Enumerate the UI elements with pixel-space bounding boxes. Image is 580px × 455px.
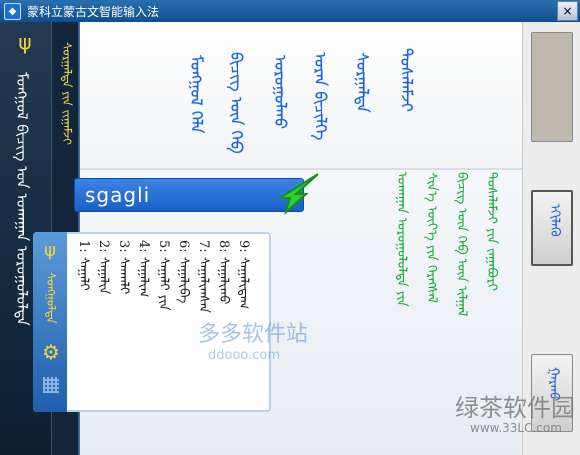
mongolian-word-1: ᠮᠣᠩᠭᠣᠯ ᠬᠡᠯᠡ bbox=[187, 55, 206, 134]
mongolian-word-4: ᠤᠷᠠᠨ ᠪᠢᠴᠢᠯᠭᠡ bbox=[311, 52, 330, 141]
candidate-item-9[interactable]: 9: ᠰᠠᠭᠠᠯᠢᠳᠠᠭ bbox=[232, 240, 252, 390]
candidate-item-7[interactable]: 7: ᠰᠠᠭᠠᠯᠢᠭᠰᠠᠨ bbox=[192, 240, 212, 390]
mongolian-word-2: ᠪᠢᠴᠢᠭ ᠦᠨ ᠬᠡᠪ bbox=[227, 52, 246, 154]
mongolian-word-6: ᠲᠤᠰᠠᠯᠠᠮᠵᠢ bbox=[397, 48, 416, 112]
candidate-item-8[interactable]: 8: ᠰᠠᠭᠠᠯᠢᠬᠤ bbox=[212, 240, 232, 390]
candidate-toolbar: ψ ᠰᠣᠩᠭᠣᠯᠲᠠ ⚙ bbox=[33, 232, 67, 412]
candidate-item-3[interactable]: 3: ᠰᠭᠠᠭᠯᠢ bbox=[112, 240, 132, 390]
top-panel-button[interactable] bbox=[531, 32, 573, 142]
gear-icon[interactable]: ⚙ bbox=[41, 342, 61, 362]
candidate-item-1[interactable]: 1: ᠰᠠᠭᠠᠯᠢ bbox=[72, 240, 92, 390]
drag-handle-icon[interactable] bbox=[43, 377, 59, 393]
arrow-icon bbox=[276, 173, 319, 216]
app-icon: ◆ bbox=[4, 2, 21, 20]
top-area bbox=[80, 22, 523, 168]
watermark-33lc-cn: 绿茶软件园 bbox=[455, 394, 575, 422]
feature-text-2: ᠰᠢᠨ᠎ᠡ ᠦᠶ᠎ᠡ ᠶᠢᠨ ᠬᠡᠷᠡᠭᠰᠡᠯ bbox=[424, 172, 439, 304]
trident-icon: ψ bbox=[44, 240, 56, 261]
window-title: 蒙科立蒙古文智能输入法 bbox=[27, 4, 160, 19]
feature-text-1: ᠤᠬᠠᠭᠠᠨ ᠣᠷᠤᠭᠤᠯᠤᠯᠲᠠ ᠶᠢᠨ bbox=[394, 172, 409, 307]
trident-logo-icon: ψ bbox=[18, 30, 32, 54]
candidate-item-5[interactable]: 5: ᠰᠠᠭᠠᠯᠢ ᠶᠢᠨ bbox=[152, 240, 172, 390]
watermark-ddooo-url: ddooo.com bbox=[208, 348, 281, 363]
candidate-item-6[interactable]: 6: ᠰᠠᠭᠠᠯᠢᠪᠠ bbox=[172, 240, 192, 390]
title-bar: ◆ 蒙科立蒙古文智能输入法 × bbox=[0, 0, 580, 22]
close-button[interactable]: × bbox=[557, 1, 578, 21]
feature-text-3: ᠪᠢᠴᠢᠭ ᠦᠨ ᠬᠡᠪ ᠦᠨ ᠢᠯᠭᠠᠯ bbox=[454, 172, 469, 317]
candidate-item-4[interactable]: 4: ᠰᠠᠭᠠᠯᠢᠭ bbox=[132, 240, 152, 390]
candidate-toolbar-label: ᠰᠣᠩᠭᠣᠯᠲᠠ bbox=[44, 272, 58, 324]
feature-text-4: ᠲᠤᠰᠠᠯᠠᠮᠵᠢ ᠶᠢᠨ ᠵᠠᠭᠠᠪᠤᠷᠢ bbox=[484, 172, 499, 291]
watermark-ddooo-cn: 多多软件站 bbox=[198, 322, 309, 347]
start-button-label: ᠡᠬᠢᠯᠡᠬᠦ bbox=[547, 204, 562, 237]
start-button[interactable]: ᠡᠬᠢᠯᠡᠬᠦ bbox=[531, 190, 573, 266]
mongolian-word-3: ᠣᠷᠤᠭᠤᠯᠬᠤ bbox=[271, 55, 290, 130]
watermark-33lc-url: www.33LC.com bbox=[470, 421, 562, 435]
strip-label: ᠰᠤᠷᠭᠠᠯᠲᠠ ᠶᠢᠨ ᠵᠢᠭᠠᠮᠵᠢ bbox=[60, 42, 74, 146]
mongolian-word-5: ᠰᠤᠷᠭᠠᠯᠲᠠ bbox=[353, 52, 372, 113]
candidate-item-2[interactable]: 2: ᠰᠠᠭᠠᠯᠢᠨ bbox=[92, 240, 112, 390]
